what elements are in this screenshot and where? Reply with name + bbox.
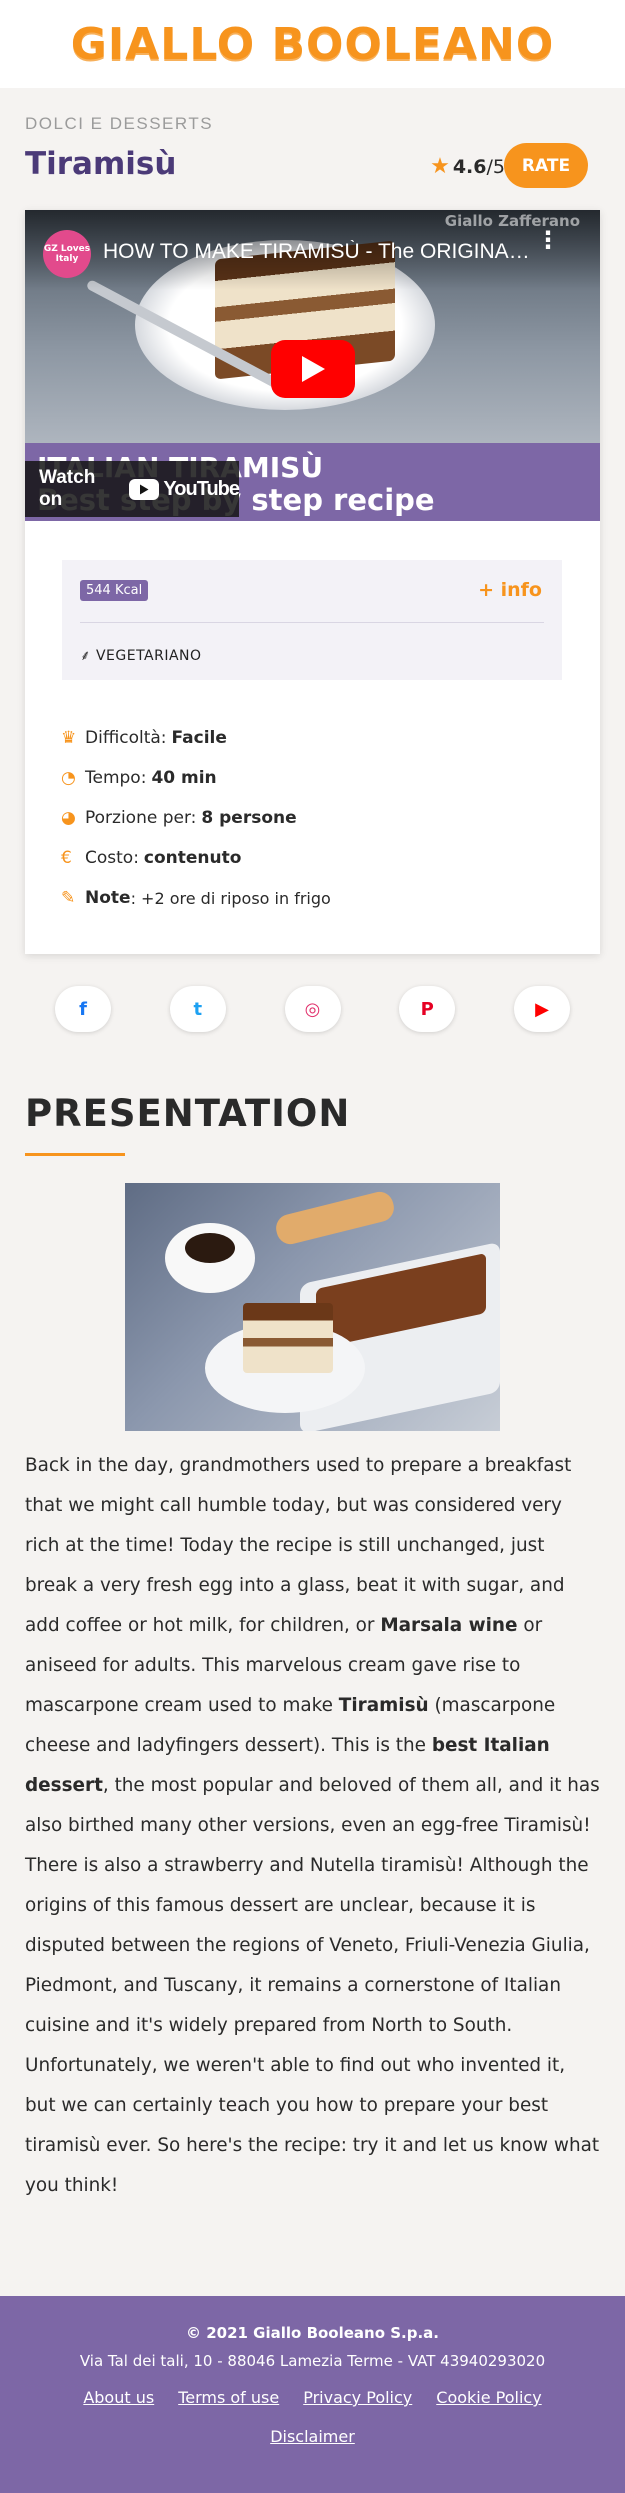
- diet-label: VEGETARIANO: [95, 648, 202, 664]
- watch-on-youtube-button[interactable]: Watch on YouTube: [25, 461, 240, 517]
- difficulty-label: Difficoltà:: [85, 728, 167, 748]
- site-logo[interactable]: GIALLO BOOLEANO: [71, 19, 555, 70]
- time-label: Tempo:: [85, 768, 147, 788]
- kcal-badge: 544 Kcal: [80, 580, 149, 601]
- video-player[interactable]: GZ Loves Italy HOW TO MAKE TIRAMISÙ - Th…: [25, 210, 600, 521]
- note-label: Note: [85, 888, 131, 908]
- info-divider: [80, 622, 544, 623]
- youtube-wordmark: YouTube: [163, 477, 240, 500]
- presentation-bold-tiramisu: Tiramisù: [338, 1695, 429, 1716]
- recipe-header: DOLCI E DESSERTS Tiramisù ★ 4.6 /5 RATE: [0, 88, 625, 210]
- footer-links: About us Terms of use Privacy Policy Coo…: [0, 2388, 625, 2407]
- twitter-icon[interactable]: t: [169, 986, 226, 1032]
- presentation-text-part: Back in the day, grandmothers used to pr…: [25, 1455, 572, 1636]
- video-title[interactable]: HOW TO MAKE TIRAMISÙ - The ORIGINAL Ital…: [103, 240, 533, 264]
- footer-link-disclaimer[interactable]: Disclaimer: [270, 2427, 355, 2446]
- pinterest-icon[interactable]: P: [399, 986, 456, 1032]
- diet-tag: ⸙ VEGETARIANO: [80, 646, 202, 665]
- cost-label: Costo:: [85, 848, 139, 868]
- youtube-logo: YouTube: [129, 477, 240, 501]
- recipe-title: Tiramisù: [25, 146, 177, 182]
- recipe-rating: ★ 4.6 /5: [430, 154, 505, 179]
- footer-address: Via Tal dei tali, 10 - 88046 Lamezia Ter…: [79, 2352, 546, 2370]
- portions-label: Porzione per:: [85, 808, 197, 828]
- detail-portions: ◕ Porzione per: 8 persone: [61, 798, 331, 838]
- presentation-bold-marsala: Marsala wine: [380, 1615, 518, 1636]
- detail-cost: € Costo: contenuto: [61, 838, 331, 878]
- youtube-icon[interactable]: ▶: [514, 986, 570, 1032]
- vegetarian-icon: ⸙: [80, 648, 91, 664]
- play-icon: [302, 356, 325, 382]
- more-info-link[interactable]: + info: [478, 579, 542, 601]
- image-coffee: [185, 1233, 235, 1263]
- presentation-text-part: , the most popular and beloved of them a…: [25, 1775, 600, 2196]
- youtube-play-icon: [129, 478, 160, 500]
- watch-on-label: Watch on: [39, 467, 96, 510]
- difficulty-icon: ♛: [61, 728, 77, 748]
- image-ladyfingers: [273, 1188, 397, 1248]
- presentation-text: Back in the day, grandmothers used to pr…: [25, 1446, 600, 2206]
- note-icon: ✎: [61, 888, 76, 908]
- portions-value: 8 persone: [201, 808, 297, 828]
- cost-icon: €: [61, 848, 72, 868]
- nutrition-info-box: 544 Kcal + info ⸙ VEGETARIANO: [62, 560, 562, 680]
- difficulty-value: Facile: [171, 728, 227, 748]
- presentation-heading: PRESENTATION: [25, 1092, 351, 1135]
- star-icon: ★: [430, 154, 450, 179]
- heading-underline: [25, 1153, 125, 1156]
- footer-link-terms[interactable]: Terms of use: [178, 2388, 279, 2407]
- rate-button[interactable]: RATE: [504, 143, 588, 188]
- footer-copyright: © 2021 Giallo Booleano S.p.a.: [185, 2324, 440, 2342]
- site-footer: © 2021 Giallo Booleano S.p.a. Via Tal de…: [0, 2296, 625, 2493]
- play-button[interactable]: [271, 340, 355, 398]
- detail-time: ◔ Tempo: 40 min: [61, 758, 331, 798]
- time-icon: ◔: [61, 768, 76, 788]
- note-value: : +2 ore di riposo in frigo: [130, 888, 331, 908]
- rating-score: 4.6: [452, 155, 487, 178]
- recipe-category[interactable]: DOLCI E DESSERTS: [25, 114, 213, 134]
- site-header: GIALLO BOOLEANO: [0, 0, 625, 88]
- instagram-icon[interactable]: ◎: [284, 986, 341, 1032]
- recipe-card: GZ Loves Italy HOW TO MAKE TIRAMISÙ - Th…: [25, 210, 600, 954]
- footer-link-cookie[interactable]: Cookie Policy: [436, 2388, 541, 2407]
- detail-note: ✎ Note : +2 ore di riposo in frigo: [61, 878, 331, 918]
- image-tiramisu-slice: [243, 1303, 333, 1373]
- presentation-image: [125, 1183, 500, 1431]
- footer-link-privacy[interactable]: Privacy Policy: [303, 2388, 412, 2407]
- time-value: 40 min: [151, 768, 217, 788]
- recipe-details: ♛ Difficoltà: Facile ◔ Tempo: 40 min ◕ P…: [61, 718, 331, 918]
- more-options-icon[interactable]: ⋮: [536, 228, 560, 252]
- facebook-icon[interactable]: f: [55, 986, 111, 1032]
- footer-link-about[interactable]: About us: [83, 2388, 154, 2407]
- portion-icon: ◕: [61, 808, 76, 828]
- social-share-bar: f t ◎ P ▶: [0, 986, 625, 1042]
- detail-difficulty: ♛ Difficoltà: Facile: [61, 718, 331, 758]
- rating-max: /5: [486, 155, 506, 178]
- cost-value: contenuto: [143, 848, 242, 868]
- channel-avatar[interactable]: GZ Loves Italy: [43, 230, 91, 278]
